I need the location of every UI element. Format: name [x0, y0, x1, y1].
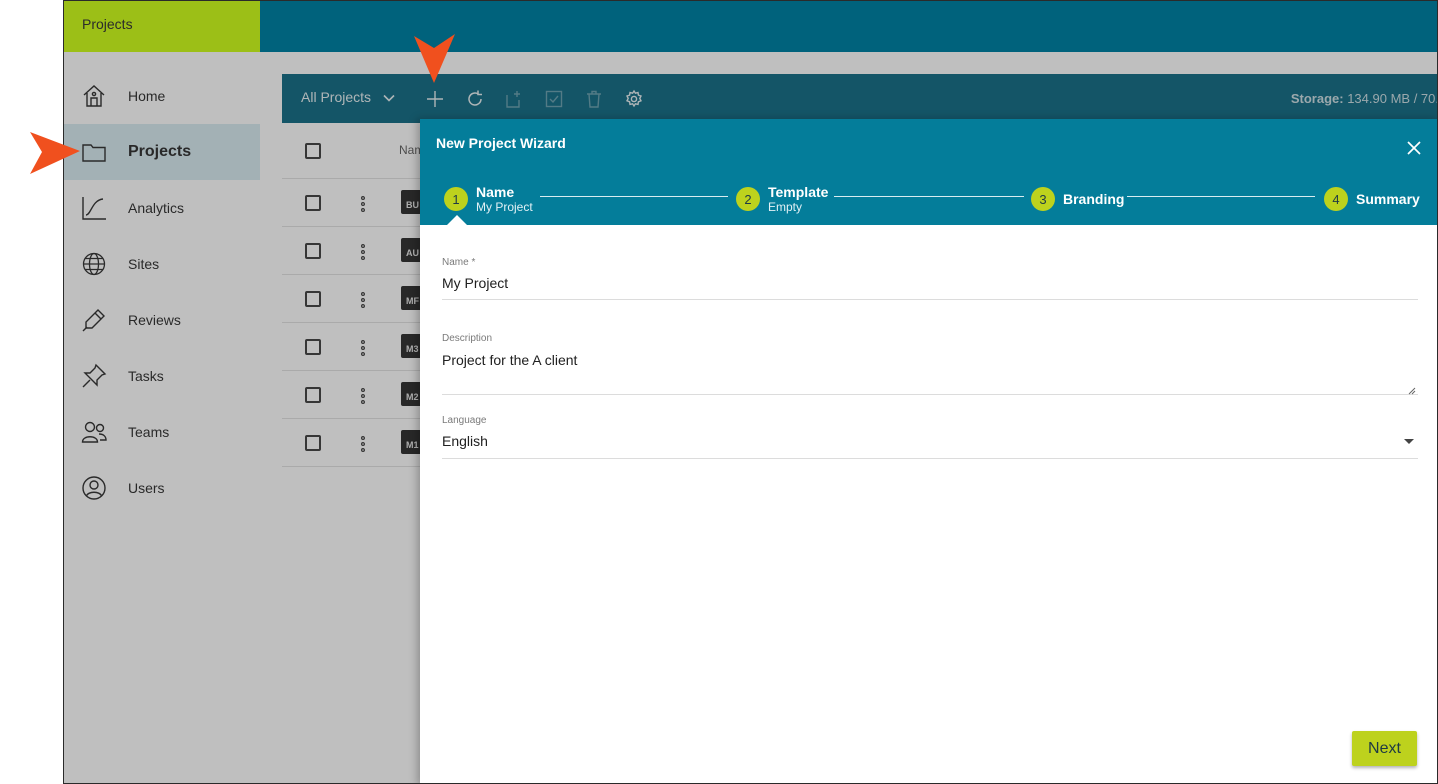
storage-value: 134.90 MB / 70.	[1343, 91, 1438, 106]
home-icon	[81, 83, 107, 109]
sidebar-item-teams[interactable]: Teams	[64, 404, 260, 460]
app-title: Projects	[82, 16, 133, 32]
sidebar-item-tasks[interactable]: Tasks	[64, 348, 260, 404]
step-subtitle: Empty	[768, 199, 803, 214]
more-options-icon[interactable]	[358, 195, 368, 213]
step-title: Summary	[1356, 190, 1420, 207]
chevron-down-icon[interactable]	[382, 91, 396, 105]
sidebar-item-label: Analytics	[128, 200, 185, 216]
project-code: AU	[406, 248, 419, 258]
select-all-checkbox[interactable]	[305, 143, 321, 159]
row-checkbox[interactable]	[305, 339, 321, 355]
sidebar-item-label: Teams	[128, 424, 170, 440]
step-text: Summary	[1356, 190, 1420, 207]
wizard-step-branding[interactable]: 3 Branding	[1031, 185, 1124, 213]
description-field-label: Description	[442, 333, 493, 344]
add-icon[interactable]	[425, 89, 445, 109]
name-field-label: Name *	[442, 257, 476, 268]
language-field[interactable]: Language English	[442, 415, 1418, 459]
checklist-icon[interactable]	[544, 89, 564, 109]
step-number: 4	[1324, 187, 1348, 211]
wizard-step-template[interactable]: 2 Template Empty	[736, 183, 829, 214]
project-code: M3	[406, 344, 419, 354]
step-text: Name My Project	[476, 183, 533, 214]
pin-icon	[81, 363, 107, 389]
gear-icon[interactable]	[624, 89, 644, 109]
step-number: 1	[444, 187, 468, 211]
project-code: M2	[406, 392, 419, 402]
sidebar-item-users[interactable]: Users	[64, 460, 260, 516]
refresh-icon[interactable]	[465, 89, 485, 109]
sidebar-item-label: Tasks	[128, 368, 164, 384]
wizard-step-name[interactable]: 1 Name My Project	[444, 183, 533, 214]
close-icon[interactable]	[1405, 139, 1423, 157]
active-step-caret	[447, 215, 467, 225]
more-options-icon[interactable]	[358, 387, 368, 405]
more-options-icon[interactable]	[358, 435, 368, 453]
step-title: Template	[768, 183, 829, 200]
new-item-icon[interactable]	[504, 89, 524, 109]
name-field[interactable]: Name * My Project	[442, 257, 1418, 300]
step-connector	[1127, 196, 1315, 197]
callout-arrow-down-icon	[414, 34, 455, 83]
sidebar-item-label: Sites	[128, 256, 160, 272]
step-connector	[540, 196, 728, 197]
analytics-icon	[81, 195, 107, 221]
folder-icon	[81, 139, 107, 165]
sidebar-item-sites[interactable]: Sites	[64, 236, 260, 292]
app-header: Projects	[64, 1, 1437, 52]
row-checkbox[interactable]	[305, 291, 321, 307]
storage-indicator: Storage: 134.90 MB / 70.	[1290, 91, 1438, 106]
wizard-step-summary[interactable]: 4 Summary	[1324, 185, 1420, 213]
step-title: Branding	[1063, 190, 1125, 207]
callout-arrow-left-icon	[30, 132, 80, 174]
project-code: MF	[406, 296, 419, 306]
language-field-label: Language	[442, 415, 487, 426]
step-number: 3	[1031, 187, 1055, 211]
sidebar-item-label: Reviews	[128, 312, 181, 328]
sidebar-item-reviews[interactable]: Reviews	[64, 292, 260, 348]
storage-label: Storage:	[1290, 91, 1344, 106]
more-options-icon[interactable]	[358, 243, 368, 261]
row-checkbox[interactable]	[305, 387, 321, 403]
wizard-header: New Project Wizard 1 Name My Project 2 T…	[420, 119, 1437, 225]
sidebar-item-home[interactable]: Home	[64, 68, 260, 124]
project-code: M1	[406, 440, 419, 450]
app-window: Projects Home Projects Analytics Sites R…	[63, 0, 1438, 784]
user-icon	[81, 475, 107, 501]
language-select[interactable]: English	[442, 433, 488, 449]
step-text: Template Empty	[768, 183, 829, 214]
sidebar-item-label: Home	[128, 88, 166, 104]
name-input[interactable]: My Project	[442, 275, 508, 291]
trash-icon[interactable]	[584, 89, 604, 109]
row-checkbox[interactable]	[305, 435, 321, 451]
sidebar: Home Projects Analytics Sites Reviews Ta…	[64, 52, 282, 783]
sidebar-item-analytics[interactable]: Analytics	[64, 180, 260, 236]
step-text: Branding	[1063, 190, 1125, 207]
step-number: 2	[736, 187, 760, 211]
row-checkbox[interactable]	[305, 243, 321, 259]
step-connector	[834, 196, 1024, 197]
brand-area: Projects	[64, 1, 260, 52]
sidebar-item-projects[interactable]: Projects	[64, 124, 260, 180]
globe-icon	[81, 251, 107, 277]
sidebar-item-label: Projects	[128, 143, 192, 160]
sidebar-item-label: Users	[128, 480, 165, 496]
resize-handle-icon[interactable]	[1408, 382, 1416, 395]
more-options-icon[interactable]	[358, 339, 368, 357]
description-field[interactable]: Description Project for the A client	[442, 333, 1418, 395]
next-button[interactable]: Next	[1352, 731, 1417, 766]
new-project-wizard-dialog: New Project Wizard 1 Name My Project 2 T…	[420, 119, 1437, 783]
step-subtitle: My Project	[476, 199, 533, 214]
step-title: Name	[476, 183, 515, 200]
pen-icon	[81, 307, 107, 333]
team-icon	[81, 419, 107, 445]
project-code: BU	[406, 200, 419, 210]
more-options-icon[interactable]	[358, 291, 368, 309]
wizard-title: New Project Wizard	[436, 135, 566, 151]
dropdown-arrow-icon[interactable]	[1404, 439, 1414, 444]
filter-dropdown[interactable]: All Projects	[301, 89, 371, 105]
row-checkbox[interactable]	[305, 195, 321, 211]
description-textarea[interactable]: Project for the A client	[442, 352, 577, 368]
